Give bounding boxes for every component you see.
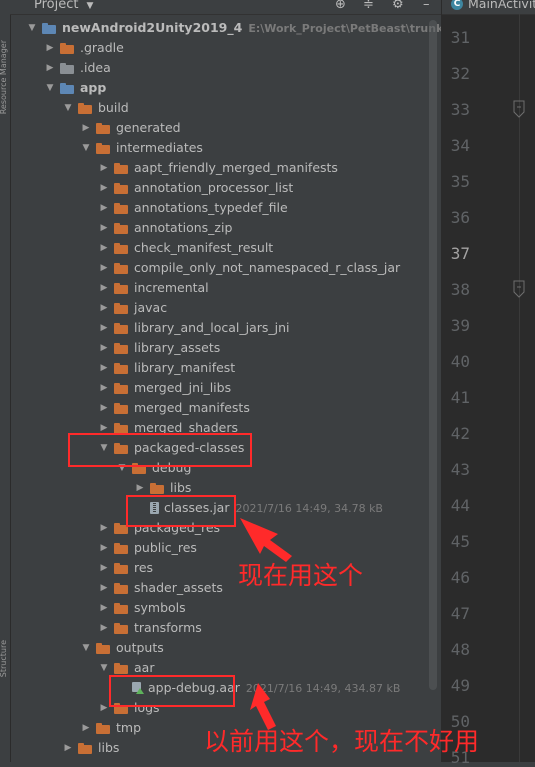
annotation-before-use: 以前用这个，现在不好用 [204, 727, 480, 756]
annotation-arrows [240, 518, 292, 730]
annotation-now-use: 现在用这个 [238, 561, 364, 590]
